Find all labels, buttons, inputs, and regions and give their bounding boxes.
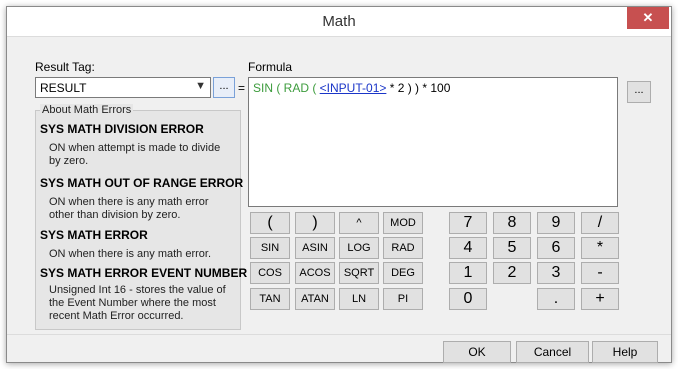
footer-divider xyxy=(7,334,671,335)
key-close-paren[interactable]: ) xyxy=(295,212,335,234)
window-title: Math xyxy=(322,13,356,30)
key-decimal[interactable]: . xyxy=(537,288,575,310)
error-desc-out-of-range: ON when there is any math error other th… xyxy=(49,196,209,222)
close-button[interactable]: ✕ xyxy=(627,7,669,29)
formula-operand-part: * 2 ) ) * 100 xyxy=(386,81,451,95)
result-tag-label: Result Tag: xyxy=(35,60,95,74)
error-desc-event-number: Unsigned Int 16 - stores the value of th… xyxy=(49,284,226,323)
key-acos[interactable]: ACOS xyxy=(295,262,335,284)
error-desc-division: ON when attempt is made to divide by zer… xyxy=(49,142,220,168)
desc-line: the Event Number where the most xyxy=(49,297,216,309)
key-6[interactable]: 6 xyxy=(537,237,575,259)
key-deg[interactable]: DEG xyxy=(383,262,423,284)
key-1[interactable]: 1 xyxy=(449,262,487,284)
key-log[interactable]: LOG xyxy=(339,237,379,259)
chevron-down-icon: ▼ xyxy=(195,80,206,92)
key-minus[interactable]: - xyxy=(581,262,619,284)
key-asin[interactable]: ASIN xyxy=(295,237,335,259)
key-tan[interactable]: TAN xyxy=(250,288,290,310)
key-rad[interactable]: RAD xyxy=(383,237,423,259)
key-divide[interactable]: / xyxy=(581,212,619,234)
key-open-paren[interactable]: ( xyxy=(250,212,290,234)
key-sqrt[interactable]: SQRT xyxy=(339,262,379,284)
key-7[interactable]: 7 xyxy=(449,212,487,234)
math-dialog: Math ✕ Result Tag: RESULT ▼ ... = Formul… xyxy=(6,6,672,363)
formula-function-part: SIN ( RAD ( xyxy=(253,81,320,95)
key-mod[interactable]: MOD xyxy=(383,212,423,234)
desc-line: ON when there is any math error xyxy=(49,196,209,208)
desc-line: ON when there is any math error. xyxy=(49,248,212,260)
cancel-button[interactable]: Cancel xyxy=(516,341,589,363)
error-title-math-error: SYS MATH ERROR xyxy=(40,228,148,242)
desc-line: Unsigned Int 16 - stores the value of xyxy=(49,284,226,296)
help-button[interactable]: Help xyxy=(592,341,658,363)
result-tag-value: RESULT xyxy=(40,81,87,95)
desc-line: by zero. xyxy=(49,155,89,167)
ok-button[interactable]: OK xyxy=(443,341,511,363)
key-5[interactable]: 5 xyxy=(493,237,531,259)
key-4[interactable]: 4 xyxy=(449,237,487,259)
desc-line: ON when attempt is made to divide xyxy=(49,142,221,154)
error-title-event-number: SYS MATH ERROR EVENT NUMBER xyxy=(40,266,248,280)
formula-tag-link[interactable]: <INPUT-01> xyxy=(320,81,387,95)
formula-browse-button[interactable]: ... xyxy=(627,81,651,103)
key-ln[interactable]: LN xyxy=(339,288,379,310)
key-cos[interactable]: COS xyxy=(250,262,290,284)
desc-line: other than division by zero. xyxy=(49,209,181,221)
key-plus[interactable]: + xyxy=(581,288,619,310)
key-multiply[interactable]: * xyxy=(581,237,619,259)
key-pi[interactable]: PI xyxy=(383,288,423,310)
formula-label: Formula xyxy=(248,60,293,74)
key-sin[interactable]: SIN xyxy=(250,237,290,259)
formula-expression: SIN ( RAD ( <INPUT-01> * 2 ) ) * 100 xyxy=(253,81,450,95)
error-title-division: SYS MATH DIVISION ERROR xyxy=(40,122,204,136)
key-power[interactable]: ^ xyxy=(339,212,379,234)
equals-sign: = xyxy=(238,81,246,95)
key-8[interactable]: 8 xyxy=(493,212,531,234)
formula-editor[interactable]: SIN ( RAD ( <INPUT-01> * 2 ) ) * 100 xyxy=(248,77,618,207)
math-errors-legend: About Math Errors xyxy=(40,104,134,116)
title-bar: Math ✕ xyxy=(7,7,671,37)
result-tag-browse-button[interactable]: ... xyxy=(213,77,235,98)
key-atan[interactable]: ATAN xyxy=(295,288,335,310)
key-2[interactable]: 2 xyxy=(493,262,531,284)
error-title-out-of-range: SYS MATH OUT OF RANGE ERROR xyxy=(40,176,244,190)
result-tag-select[interactable]: RESULT ▼ xyxy=(35,77,211,98)
key-3[interactable]: 3 xyxy=(537,262,575,284)
error-desc-math-error: ON when there is any math error. xyxy=(49,248,211,261)
key-9[interactable]: 9 xyxy=(537,212,575,234)
desc-line: recent Math Error occurred. xyxy=(49,310,184,322)
key-0[interactable]: 0 xyxy=(449,288,487,310)
